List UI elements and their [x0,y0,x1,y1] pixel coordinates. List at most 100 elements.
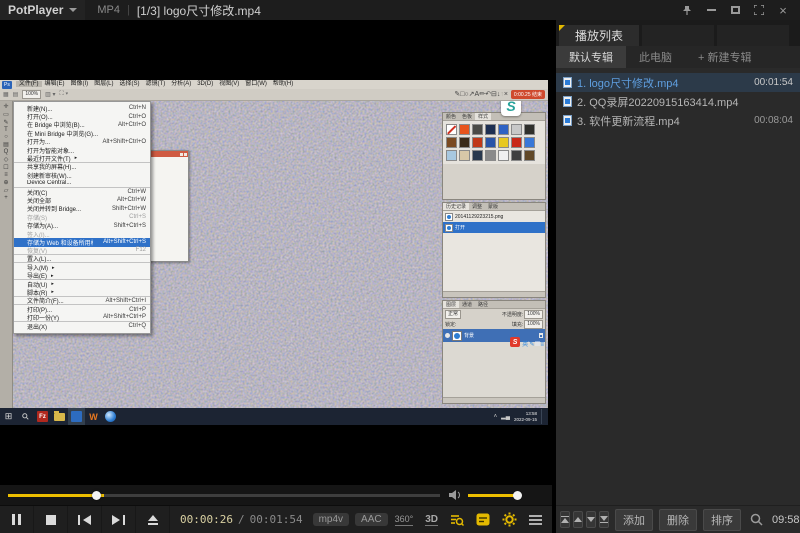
ps-menu-item: 图像(I) [68,81,92,87]
playlist-panel: 播放列表 默认专辑此电脑+ 新建专辑 1. logo尺寸修改.mp4 00:01… [552,20,800,533]
volume-thumb[interactable] [513,491,522,500]
total-time: 00:01:54 [250,513,303,526]
subtitle-icon [476,513,490,526]
ps-style-swatch [459,137,470,148]
move-top-icon [561,518,569,523]
app-menu-button[interactable]: PotPlayer [0,0,85,20]
ps-style-swatch [485,137,496,148]
open-file-button[interactable] [136,506,170,533]
hidden-panel-tab[interactable] [717,25,789,46]
ps-style-swatch [446,150,457,161]
ps-layer-name: 背景 [464,332,474,339]
potplayer-window: PotPlayer MP4 | [1/3] logo尺寸修改.mp4 × [0,0,800,533]
filezilla-icon: Fz [37,411,48,422]
album-tab[interactable]: 此电脑 [626,46,685,68]
sogou-tool-icon: ≡ [540,342,544,348]
pin-button[interactable] [678,2,696,18]
ps-blend-mode: 正常 [445,310,461,319]
move-down-button[interactable] [586,511,596,528]
ps-history-entry: 20141129223215.png [443,211,545,222]
ps-lock-label: 锁定: [445,321,456,328]
album-tab[interactable]: + 新建专辑 [685,46,764,68]
ps-style-swatch [498,150,509,161]
playlist-search-button[interactable] [750,513,763,526]
windows-taskbar: ⊞ Fz W ˄ [0,408,548,425]
playlist-item[interactable]: 1. logo尺寸修改.mp4 00:01:54 [556,73,800,92]
ps-option-icon: ▤ [13,91,19,98]
ps-style-swatch [524,137,535,148]
recording-timer-badge: 0:00.25 结束 [511,90,545,99]
playlist-tab[interactable]: 播放列表 [559,25,639,46]
ps-history-panel: 历史记录调整蒙版 20141129223215.png [442,202,546,298]
item-duration: 00:08:04 [754,115,793,126]
ps-option-icon: ▦ [3,91,9,98]
move-up-button[interactable] [573,511,583,528]
seek-bar[interactable] [8,494,440,497]
ps-style-swatch [485,124,496,135]
hidden-panel-tab[interactable] [642,25,714,46]
previous-button[interactable] [68,506,102,533]
minimize-button[interactable] [702,2,720,18]
add-button[interactable]: 添加 [615,509,653,531]
video-codec-badge: mp4v [313,513,349,526]
ps-menu-item: 滤镜(T) [143,81,169,87]
move-bottom-button[interactable] [599,511,609,528]
ps-toolbox: ✛▭✎T○▤Q ◇☐≡⊕▱+ [0,101,13,408]
maximize-button[interactable] [726,2,744,18]
menu-button[interactable] [529,515,542,525]
next-button[interactable] [102,506,136,533]
playlist-tab-strip: 播放列表 [556,20,800,46]
volume-icon[interactable] [449,490,461,500]
ps-history-entry: 打开 [443,222,545,233]
close-icon: × [779,4,787,17]
pause-button[interactable] [0,506,34,533]
playlist-item[interactable]: 3. 软件更新流程.mp4 00:08:04 [556,111,800,130]
subtitle-button[interactable] [476,513,490,526]
stereo-3d-button[interactable]: 3D [425,514,438,526]
browser-icon [105,411,116,422]
ps-style-swatch [511,150,522,161]
sort-button[interactable]: 排序 [703,509,741,531]
ps-style-swatch [472,137,483,148]
ps-options-bar: ▦ ▤ 100% ▥ ▾ ⛶ ▾ ✎□○↗A✏↶⊟↓↑× 0:00.25 结束 [0,89,548,101]
doc-window-button [184,153,187,156]
playlist-search-button[interactable] [450,513,464,527]
rotate-360-button[interactable]: 360° [395,514,414,526]
volume-bar[interactable] [468,494,518,497]
previous-icon [83,515,91,525]
ps-panel-tab: 历史记录 [443,203,469,210]
delete-button[interactable]: 删除 [659,509,697,531]
ps-style-swatch [472,124,483,135]
ps-panel-tab: 蒙版 [485,203,501,210]
title-separator: | [127,4,130,16]
titlebar: PotPlayer MP4 | [1/3] logo尺寸修改.mp4 × [0,0,800,20]
w-app-icon: W [89,412,98,422]
ps-style-swatches [443,121,545,164]
player-area: Ps 文件(F)编辑(E)图像(I)图层(L)选择(S)滤镜(T)分析(A)3D… [0,20,552,533]
fullscreen-button[interactable] [750,2,768,18]
current-time: 00:00:26 [180,513,233,526]
codec-badges: mp4v AAC [313,513,388,526]
ps-blend-row: 正常 不透明度: 100% [443,309,545,319]
move-top-button[interactable] [560,511,570,528]
playlist-item[interactable]: 2. QQ录屏20220915163414.mp4 [556,92,800,111]
file-explorer-icon [54,413,65,421]
ps-panel-tab: 调整 [469,203,485,210]
settings-button[interactable] [502,512,517,527]
close-button[interactable]: × [774,2,792,18]
ps-menu-item: 编辑(E) [42,81,68,87]
album-tab[interactable]: 默认专辑 [556,46,626,68]
sogou-logo-icon: S [510,337,520,347]
ps-styles-panel: 颜色色板样式 [442,112,546,200]
show-desktop-strip [541,409,544,424]
ps-panel-tab: 通道 [459,301,475,308]
video-surface[interactable]: Ps 文件(F)编辑(E)图像(I)图层(L)选择(S)滤镜(T)分析(A)3D… [0,20,552,485]
search-icon [750,513,763,526]
seek-thumb[interactable] [92,491,101,500]
ps-panel-tab: 路径 [475,301,491,308]
ps-style-swatch [498,137,509,148]
move-down-icon [587,517,595,522]
ps-style-swatch [446,137,457,148]
ps-logo: Ps [2,81,12,89]
stop-button[interactable] [34,506,68,533]
